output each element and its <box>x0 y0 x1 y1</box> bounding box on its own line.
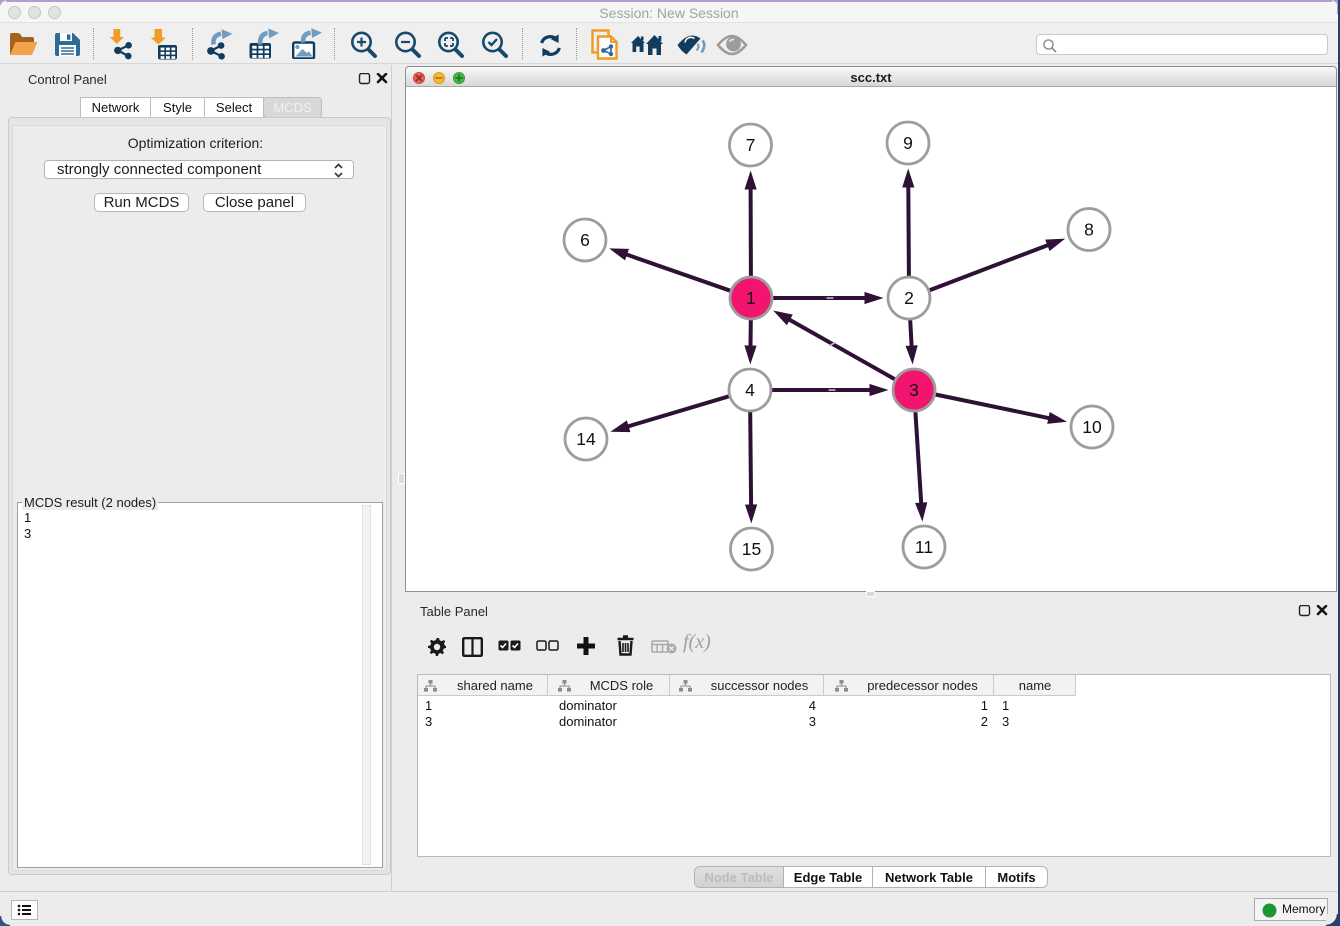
svg-text:3: 3 <box>909 380 919 400</box>
svg-text:2: 2 <box>904 288 914 308</box>
svg-text:7: 7 <box>746 135 756 155</box>
svg-text:6: 6 <box>580 230 590 250</box>
svg-text:9: 9 <box>903 133 913 153</box>
svg-text:15: 15 <box>742 539 761 559</box>
svg-text:4: 4 <box>745 380 755 400</box>
svg-text:10: 10 <box>1082 417 1102 437</box>
svg-text:8: 8 <box>1084 220 1094 240</box>
svg-text:11: 11 <box>915 537 933 557</box>
svg-text:14: 14 <box>576 429 596 449</box>
svg-text:1: 1 <box>746 288 756 308</box>
